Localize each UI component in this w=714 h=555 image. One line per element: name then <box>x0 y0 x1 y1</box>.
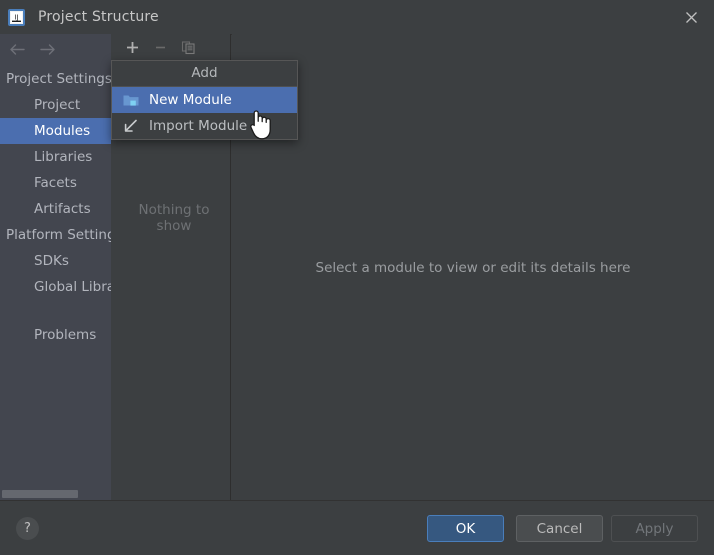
folder-icon <box>122 92 140 108</box>
sidebar-nav-row <box>0 34 111 64</box>
sidebar-item-facets[interactable]: Facets <box>0 170 111 196</box>
arrow-right-icon[interactable] <box>36 38 58 60</box>
sidebar-item-libraries[interactable]: Libraries <box>0 144 111 170</box>
menu-item-import-module[interactable]: Import Module <box>112 113 297 139</box>
sidebar-item-artifacts[interactable]: Artifacts <box>0 196 111 222</box>
menu-item-new-module[interactable]: New Module <box>112 87 297 113</box>
sidebar-item-sdks[interactable]: SDKs <box>0 248 111 274</box>
modules-toolbar <box>111 34 230 61</box>
title-bar: IJ Project Structure <box>0 0 714 35</box>
import-arrow-icon <box>122 118 140 134</box>
svg-text:IJ: IJ <box>14 13 18 21</box>
menu-item-import-module-label: Import Module <box>149 118 248 134</box>
minus-icon <box>149 36 171 58</box>
add-popup-menu: Add New Module Import Module <box>111 60 298 140</box>
sidebar-separator-gap <box>0 300 111 322</box>
sidebar-item-modules[interactable]: Modules <box>0 118 111 144</box>
sidebar-horizontal-scrollbar[interactable] <box>0 487 111 501</box>
close-icon[interactable] <box>668 0 714 34</box>
popup-menu-title: Add <box>112 61 297 87</box>
details-placeholder-text: Select a module to view or edit its deta… <box>315 260 631 276</box>
sidebar-item-project-settings[interactable]: Project Settings <box>0 66 111 92</box>
menu-item-new-module-label: New Module <box>149 92 232 108</box>
module-details-panel: Select a module to view or edit its deta… <box>232 34 714 501</box>
arrow-left-icon[interactable] <box>6 38 28 60</box>
scrollbar-thumb[interactable] <box>2 490 78 498</box>
sidebar-item-problems[interactable]: Problems <box>0 322 111 348</box>
settings-sidebar: Project Settings Project Modules Librari… <box>0 34 111 501</box>
intellij-idea-icon: IJ <box>8 8 25 26</box>
sidebar-item-project[interactable]: Project <box>0 92 111 118</box>
apply-button: Apply <box>611 515 698 542</box>
ok-button[interactable]: OK <box>427 515 504 542</box>
window-title: Project Structure <box>38 9 159 25</box>
modules-empty-message: Nothing to show <box>138 202 210 234</box>
cancel-button[interactable]: Cancel <box>516 515 603 542</box>
help-button[interactable]: ? <box>16 517 39 540</box>
dialog-footer: ? OK Cancel Apply <box>0 500 714 555</box>
copy-icon <box>177 36 199 58</box>
project-structure-dialog: IJ Project Structure Project Settings Pr… <box>0 0 714 555</box>
sidebar-item-platform-settings[interactable]: Platform Settings <box>0 222 111 248</box>
settings-tree: Project Settings Project Modules Librari… <box>0 66 111 348</box>
plus-icon[interactable] <box>121 36 143 58</box>
sidebar-item-global-libraries[interactable]: Global Libraries <box>0 274 111 300</box>
